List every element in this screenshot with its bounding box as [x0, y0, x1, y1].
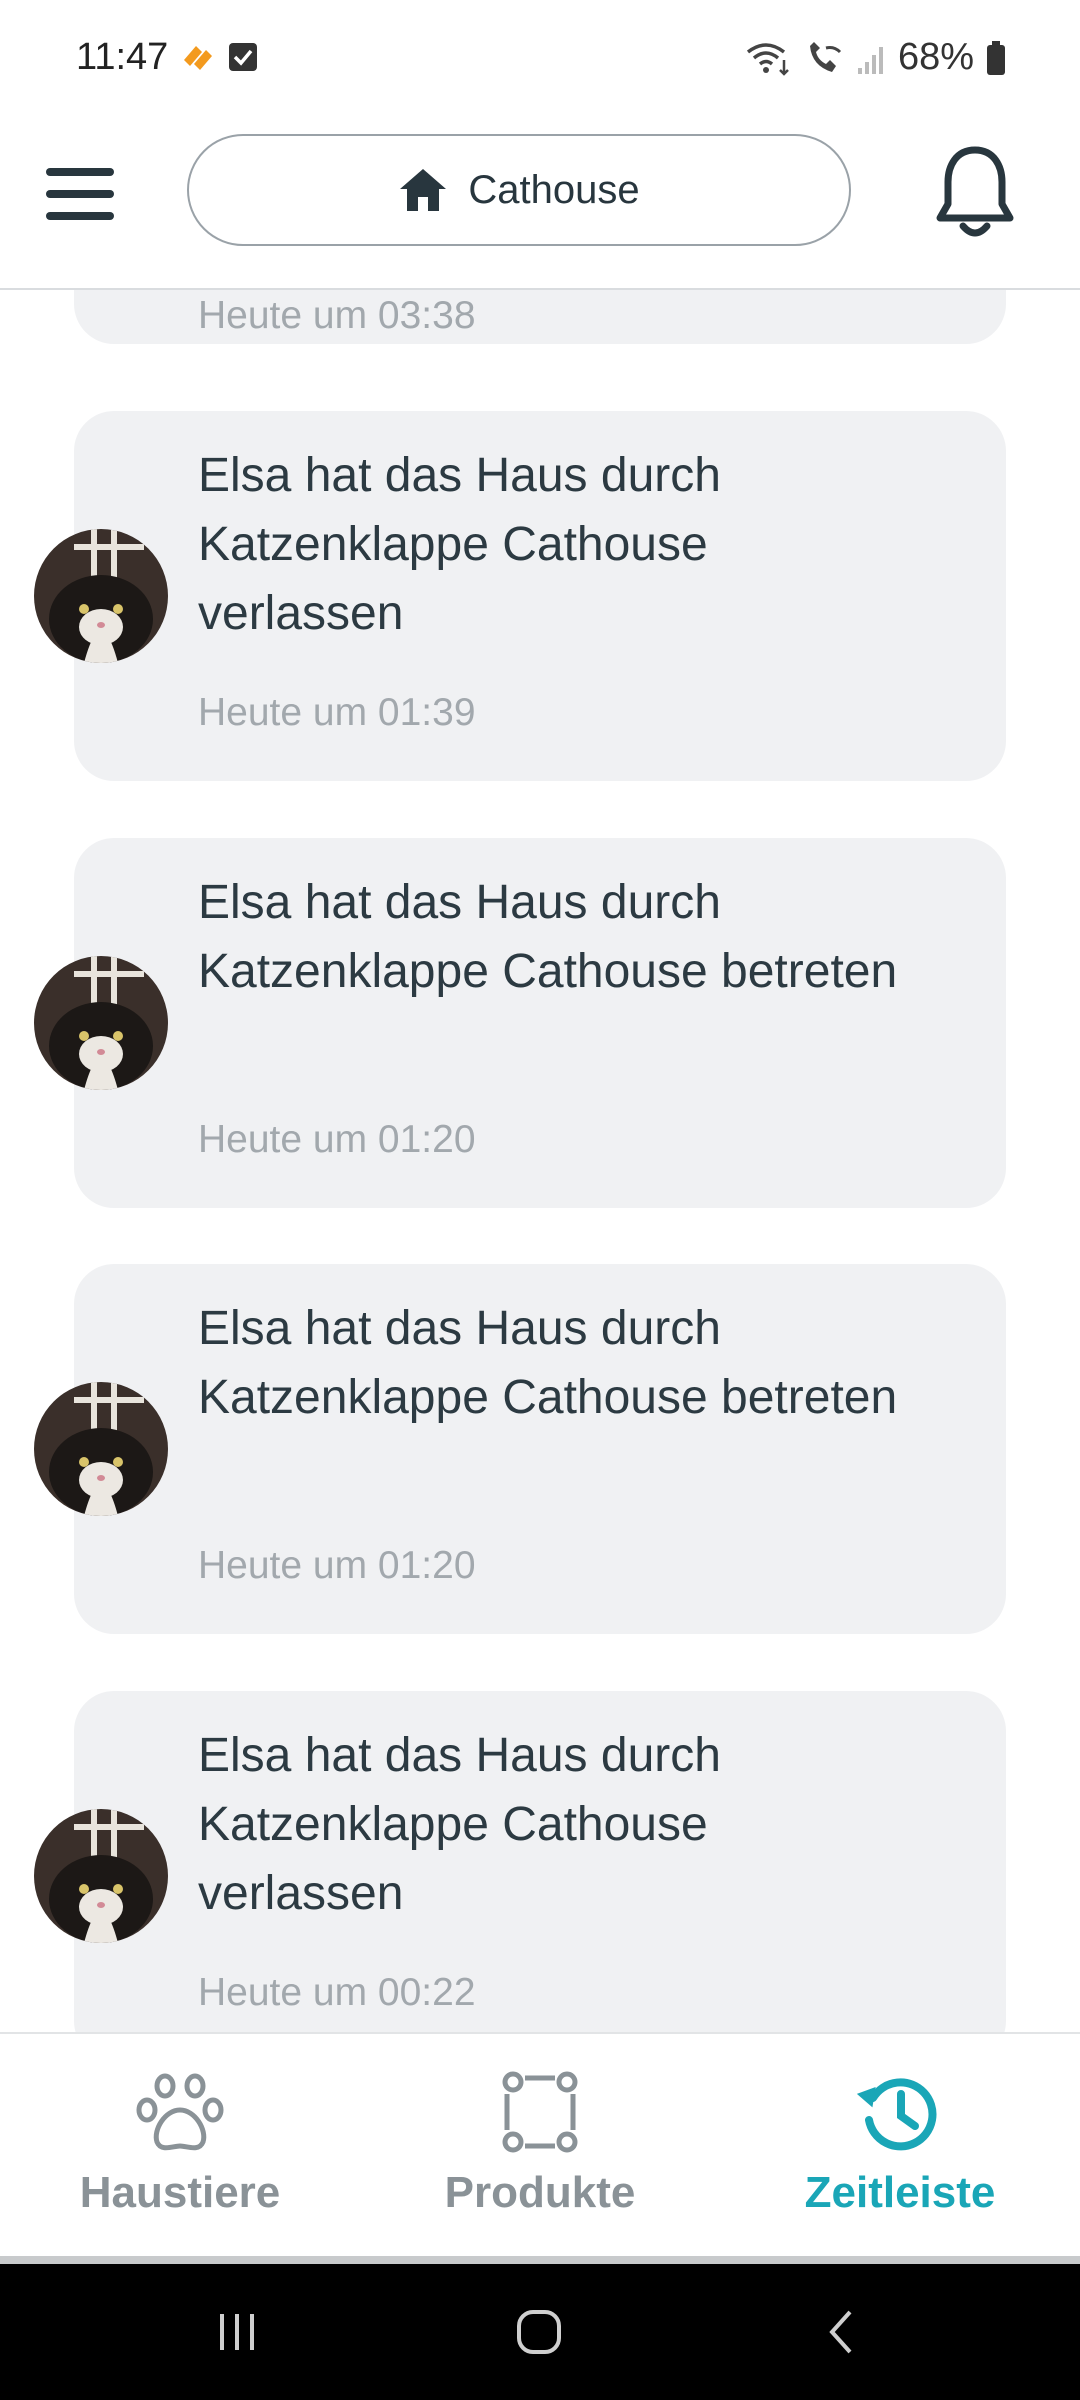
status-notification-icons — [180, 42, 258, 72]
wifi-icon — [746, 42, 789, 76]
wifi-call-icon — [809, 41, 841, 72]
event-text: Elsa hat das Haus durch Katzenklappe Cat… — [198, 449, 721, 640]
recent-apps-button[interactable] — [192, 2292, 282, 2372]
timeline-card-partial[interactable]: Heute um 03:38 — [74, 290, 1006, 344]
timeline-card[interactable]: Elsa hat das Haus durch Katzenklappe Cat… — [74, 838, 1006, 1208]
pet-avatar — [34, 1809, 168, 1943]
status-time: 11:47 — [76, 36, 169, 78]
system-navigation-bar — [0, 2264, 1080, 2400]
battery-icon — [987, 40, 1005, 75]
timeline-card[interactable]: Elsa hat das Haus durch Katzenklappe Cat… — [74, 1264, 1006, 1634]
event-time: Heute um 01:39 — [198, 691, 476, 734]
cat-photo-icon — [34, 529, 168, 663]
battery-percent: 68% — [897, 36, 974, 78]
products-icon — [502, 2071, 578, 2153]
event-time: Heute um 00:22 — [198, 1971, 476, 2014]
cat-photo-icon — [34, 1382, 168, 1516]
nav-label: Zeitleiste — [804, 2168, 996, 2217]
household-selector[interactable]: Cathouse — [187, 134, 851, 246]
nav-tab-haustiere[interactable]: Haustiere — [0, 2034, 360, 2258]
paw-icon — [136, 2073, 224, 2151]
nav-divider — [0, 2256, 1080, 2264]
menu-button[interactable] — [46, 160, 114, 228]
pet-avatar — [34, 956, 168, 1090]
home-button[interactable] — [494, 2292, 584, 2372]
status-bar: 11:47 68% — [0, 0, 1080, 122]
timeline-card[interactable]: Elsa hat das Haus durch Katzenklappe Cat… — [74, 1691, 1006, 2032]
event-text: Elsa hat das Haus durch Katzenklappe Cat… — [198, 1302, 898, 1424]
bell-icon — [936, 146, 1014, 237]
home-icon — [400, 169, 447, 211]
app-notification-icon — [184, 46, 212, 70]
event-time: Heute um 01:20 — [198, 1118, 476, 1161]
home-nav-icon — [517, 2310, 561, 2354]
status-right: 68% — [746, 36, 1006, 79]
back-button[interactable] — [796, 2292, 886, 2372]
notifications-button[interactable] — [934, 142, 1016, 242]
event-text: Elsa hat das Haus durch Katzenklappe Cat… — [198, 876, 898, 998]
household-name: Cathouse — [468, 167, 640, 212]
bottom-navigation: Haustiere Produkte Zeitleiste — [0, 2032, 1080, 2256]
event-text: Elsa hat das Haus durch Katzenklappe Cat… — [198, 1729, 721, 1920]
nav-tab-zeitleiste[interactable]: Zeitleiste — [720, 2034, 1080, 2258]
checkbox-notification-icon — [229, 43, 257, 71]
event-time: Heute um 01:20 — [198, 1544, 476, 1587]
nav-label: Produkte — [444, 2168, 636, 2217]
cat-photo-icon — [34, 1809, 168, 1943]
menu-icon — [46, 168, 114, 176]
pet-avatar — [34, 1382, 168, 1516]
history-icon — [856, 2078, 937, 2151]
timeline-card[interactable]: Elsa hat das Haus durch Katzenklappe Cat… — [74, 411, 1006, 781]
nav-tab-produkte[interactable]: Produkte — [360, 2034, 720, 2258]
nav-label: Haustiere — [79, 2168, 281, 2217]
timeline-feed[interactable]: Heute um 03:38 Elsa hat das Haus durch K… — [0, 290, 1080, 2032]
app-header: Cathouse — [0, 122, 1080, 290]
recent-apps-icon — [220, 2314, 254, 2350]
event-time: Heute um 03:38 — [198, 294, 476, 337]
pet-avatar — [34, 529, 168, 663]
cat-photo-icon — [34, 956, 168, 1090]
back-icon — [829, 2310, 852, 2354]
cell-signal-icon — [857, 46, 883, 74]
